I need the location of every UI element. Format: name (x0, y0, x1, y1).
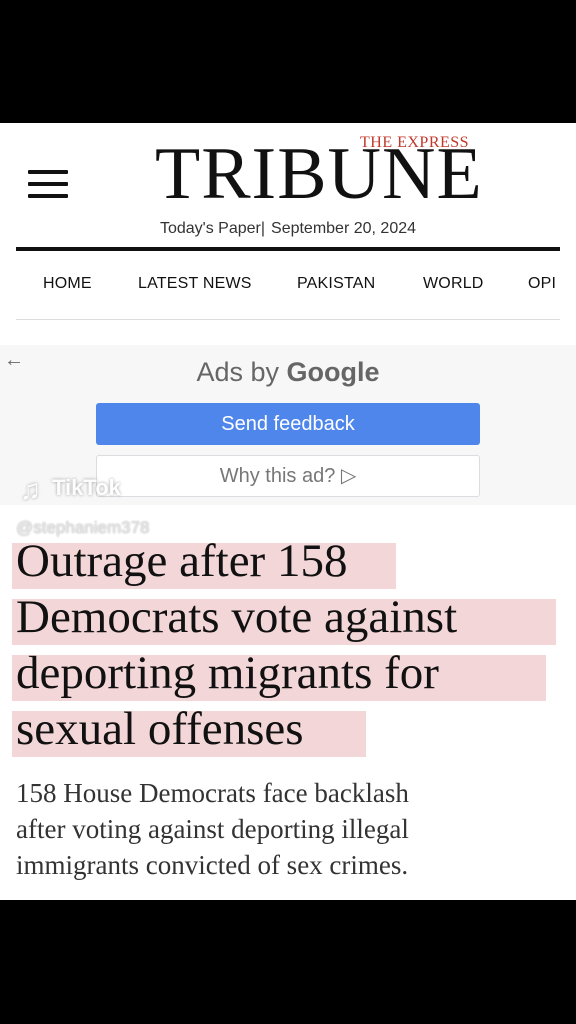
nav-item-latest-news[interactable]: LATEST NEWS (138, 275, 252, 293)
headline-line: Outrage after 158 (16, 535, 348, 587)
headline-line: Democrats vote against (16, 591, 458, 643)
nav-divider (16, 319, 560, 320)
article-page: THE EXPRESS TRIBUNE Today's Paper| Septem… (0, 123, 576, 900)
subheadline-line: after voting against deporting illegal (16, 814, 409, 844)
nav-item-home[interactable]: HOME (43, 275, 92, 293)
site-logo[interactable]: TRIBUNE (155, 137, 482, 211)
google-logo: Google (286, 357, 380, 387)
subheadline-line: immigrants convicted of sex crimes. (16, 850, 409, 880)
tiktok-watermark: ♫ TikTok (20, 474, 121, 505)
nav-item-world[interactable]: WORLD (423, 275, 484, 293)
ad-title-prefix: Ads by (196, 357, 280, 387)
date-label: September 20, 2024 (271, 220, 417, 237)
menu-icon[interactable] (28, 170, 68, 198)
article-headline: Outrage after 158 Democrats vote against… (16, 533, 564, 757)
dateline: Today's Paper| September 20, 2024 (0, 220, 576, 238)
article-subheadline: 158 House Democrats face backlash after … (16, 775, 556, 883)
subheadline-line: 158 House Democrats face backlash (16, 778, 409, 808)
nav-item-pakistan[interactable]: PAKISTAN (297, 275, 375, 293)
headline-line: sexual offenses (16, 703, 304, 755)
ad-title: Ads by Google (0, 357, 576, 388)
tiktok-wordmark: TikTok (52, 475, 121, 500)
menu-bar (28, 170, 68, 174)
main-nav: HOME LATEST NEWS PAKISTAN WORLD OPI (0, 251, 576, 319)
nav-item-opinion[interactable]: OPI (528, 275, 556, 293)
send-feedback-button[interactable]: Send feedback (96, 403, 480, 445)
todays-paper-link[interactable]: Today's Paper| (160, 220, 265, 237)
menu-bar (28, 182, 68, 186)
tiktok-note-icon: ♫ (20, 474, 41, 505)
why-this-ad-button[interactable]: Why this ad? ▷ (96, 455, 480, 497)
headline-line: deporting migrants for (16, 647, 439, 699)
menu-bar (28, 194, 68, 198)
